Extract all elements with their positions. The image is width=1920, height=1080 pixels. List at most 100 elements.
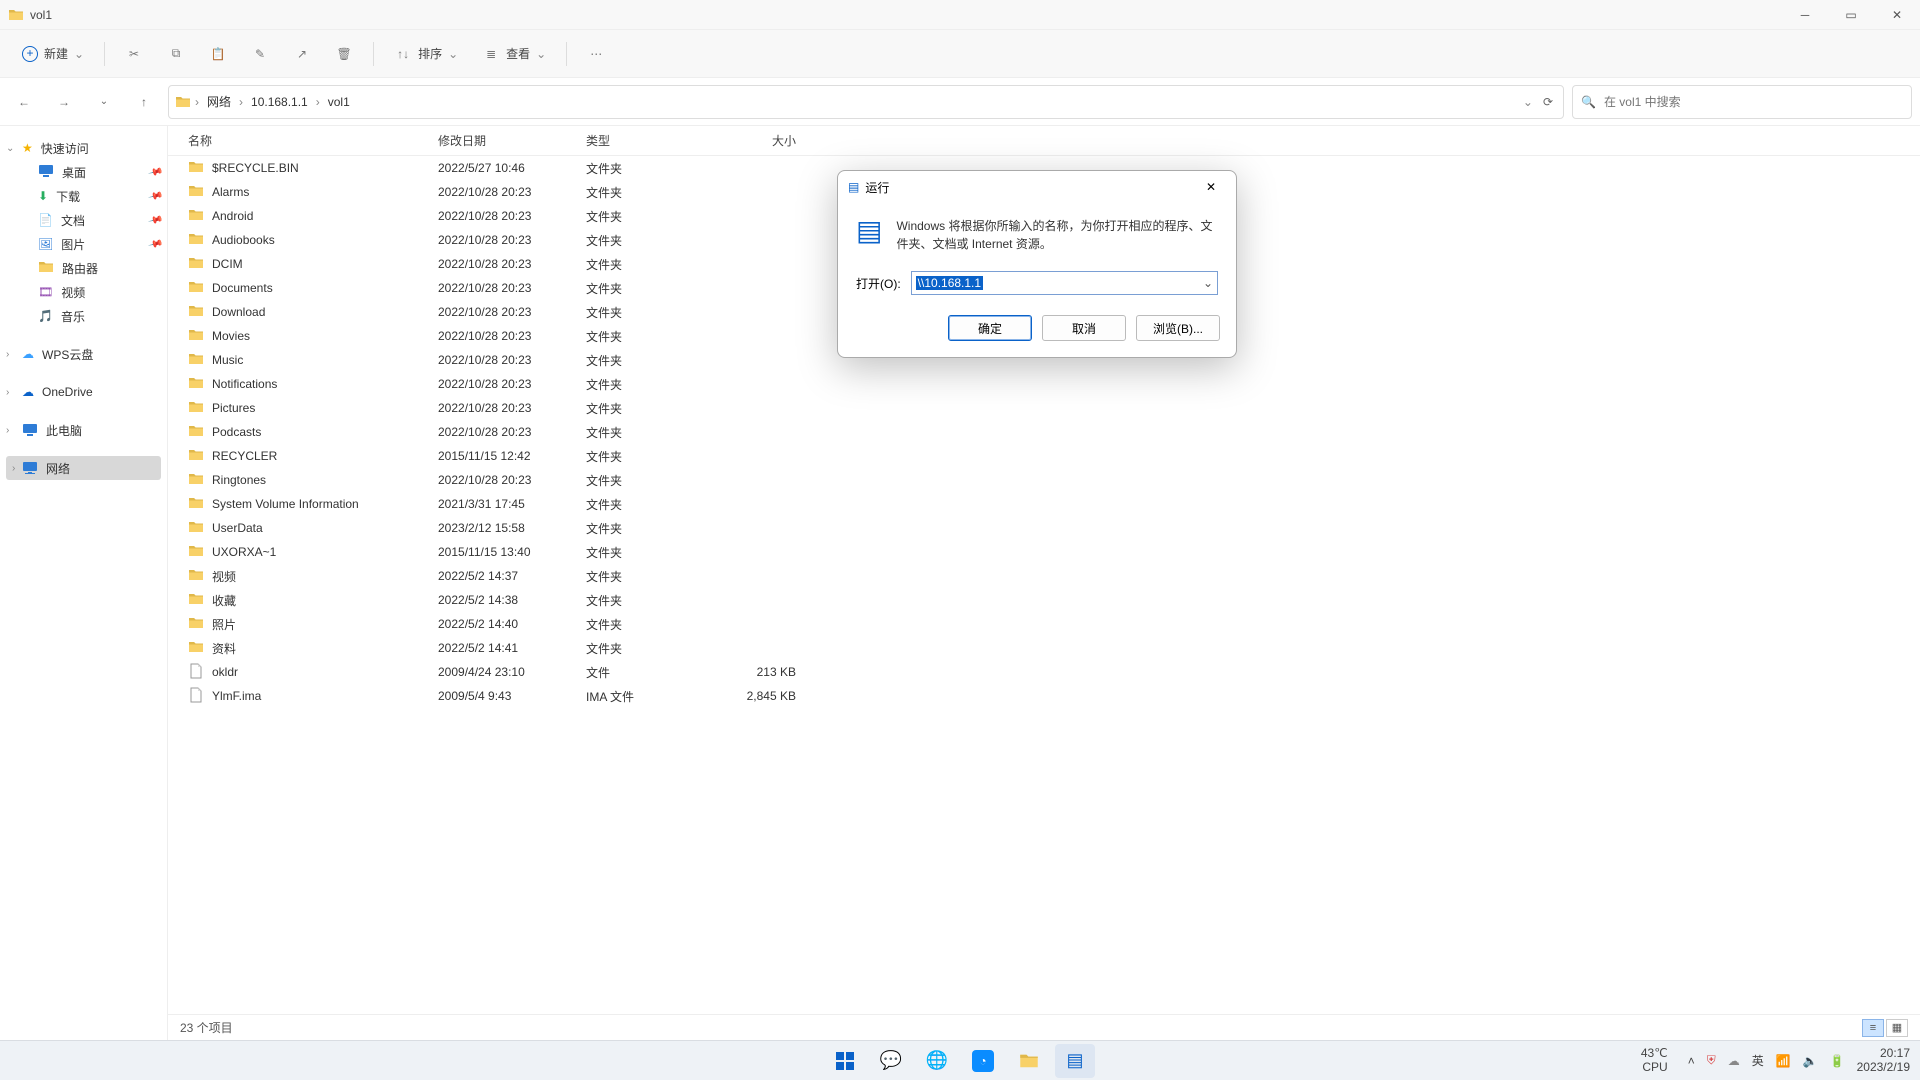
rename-button[interactable]: ✎	[241, 39, 279, 69]
more-button[interactable]: ⋯	[577, 39, 615, 69]
close-button[interactable]: ✕	[1874, 0, 1920, 30]
folder-icon	[188, 183, 204, 202]
maximize-button[interactable]: ▭	[1828, 0, 1874, 30]
breadcrumb-segment[interactable]: 网络	[203, 91, 235, 112]
file-type: 文件夹	[576, 568, 696, 585]
sidebar-item-quick[interactable]: ⬇ 下载 📌	[0, 184, 167, 208]
refresh-button[interactable]: ⟳	[1543, 95, 1557, 109]
file-row[interactable]: okldr 2009/4/24 23:10 文件 213 KB	[168, 660, 1920, 684]
view-button[interactable]: ≣ 查看 ⌄	[472, 39, 556, 69]
file-row[interactable]: 资料 2022/5/2 14:41 文件夹	[168, 636, 1920, 660]
sidebar-item-network[interactable]: ›网络	[6, 456, 161, 480]
file-type: 文件夹	[576, 256, 696, 273]
tray-ime-indicator[interactable]: 英	[1752, 1052, 1764, 1069]
sidebar-item-quick[interactable]: 桌面 📌	[0, 160, 167, 184]
tray-security-icon[interactable]: ⛨	[1707, 1053, 1716, 1068]
file-type: 文件夹	[576, 640, 696, 657]
run-icon: ▤	[1066, 1050, 1083, 1071]
breadcrumb-segment[interactable]: vol1	[324, 93, 354, 111]
sidebar-item-quick[interactable]: 🖼 图片 📌	[0, 232, 167, 256]
file-date: 2021/3/31 17:45	[428, 497, 576, 511]
browse-button[interactable]: 浏览(B)...	[1136, 315, 1220, 341]
paste-button[interactable]: 📋	[199, 39, 237, 69]
folder-icon	[188, 255, 204, 274]
ellipsis-icon: ⋯	[587, 45, 605, 63]
chevron-down-icon[interactable]: ⌄	[1203, 276, 1213, 290]
recent-locations-button[interactable]: ⌄	[88, 86, 120, 118]
tray-battery-icon[interactable]: 🔋	[1830, 1054, 1845, 1068]
sidebar-item-onedrive[interactable]: ›☁OneDrive	[0, 380, 167, 404]
file-row[interactable]: YlmF.ima 2009/5/4 9:43 IMA 文件 2,845 KB	[168, 684, 1920, 708]
file-row[interactable]: Pictures 2022/10/28 20:23 文件夹	[168, 396, 1920, 420]
cancel-button[interactable]: 取消	[1042, 315, 1126, 341]
sidebar-item-quick-access[interactable]: ⌄★快速访问	[0, 136, 167, 160]
file-row[interactable]: RECYCLER 2015/11/15 12:42 文件夹	[168, 444, 1920, 468]
taskbar-app-run[interactable]: ▤	[1055, 1044, 1095, 1078]
file-row[interactable]: 收藏 2022/5/2 14:38 文件夹	[168, 588, 1920, 612]
file-row[interactable]: UXORXA~1 2015/11/15 13:40 文件夹	[168, 540, 1920, 564]
address-dropdown-icon[interactable]: ⌄	[1523, 95, 1539, 109]
view-details-button[interactable]: ≡	[1862, 1019, 1884, 1037]
windows-icon	[835, 1051, 855, 1071]
taskbar-app-dingtalk[interactable]: ◔	[963, 1044, 1003, 1078]
sidebar-item-quick[interactable]: 🎵 音乐	[0, 304, 167, 328]
sidebar-item-label: 视频	[61, 284, 85, 301]
share-button[interactable]: ↗	[283, 39, 321, 69]
start-button[interactable]	[825, 1044, 865, 1078]
file-row[interactable]: Ringtones 2022/10/28 20:23 文件夹	[168, 468, 1920, 492]
tray-clock[interactable]: 20:17 2023/2/19	[1857, 1047, 1910, 1073]
taskbar-app-explorer[interactable]	[1009, 1044, 1049, 1078]
address-bar[interactable]: › 网络 › 10.168.1.1 › vol1 ⌄ ⟳	[168, 85, 1564, 119]
video-icon: 🎞	[38, 285, 53, 299]
paste-icon: 📋	[209, 45, 227, 63]
tray-volume-icon[interactable]: 🔈	[1803, 1054, 1818, 1068]
file-row[interactable]: 视频 2022/5/2 14:37 文件夹	[168, 564, 1920, 588]
file-icon	[188, 687, 204, 706]
new-label: 新建	[44, 45, 68, 62]
up-button[interactable]: ↑	[128, 86, 160, 118]
search-input[interactable]	[1604, 95, 1903, 109]
tray-chevron-up-icon[interactable]: ˄	[1688, 1054, 1695, 1068]
tray-onedrive-icon[interactable]: ☁	[1728, 1054, 1740, 1068]
file-row[interactable]: Notifications 2022/10/28 20:23 文件夹	[168, 372, 1920, 396]
copy-button[interactable]: ⧉	[157, 39, 195, 69]
file-row[interactable]: 照片 2022/5/2 14:40 文件夹	[168, 612, 1920, 636]
sidebar-item-quick[interactable]: 🎞 视频	[0, 280, 167, 304]
back-button[interactable]: ←	[8, 86, 40, 118]
run-icon: ▤	[856, 217, 882, 253]
tray-wifi-icon[interactable]: 📶	[1776, 1054, 1791, 1068]
sidebar-item-wps[interactable]: ›☁WPS云盘	[0, 342, 167, 366]
taskbar-app-wechat[interactable]: 💬	[871, 1044, 911, 1078]
delete-button[interactable]: 🗑	[325, 39, 363, 69]
dialog-close-button[interactable]: ✕	[1196, 175, 1226, 199]
file-name: Audiobooks	[212, 233, 275, 247]
file-row[interactable]: System Volume Information 2021/3/31 17:4…	[168, 492, 1920, 516]
sidebar-item-quick[interactable]: 路由器	[0, 256, 167, 280]
file-type: 文件夹	[576, 472, 696, 489]
file-row[interactable]: Podcasts 2022/10/28 20:23 文件夹	[168, 420, 1920, 444]
column-header-size[interactable]: 大小	[696, 132, 806, 149]
minimize-button[interactable]: ─	[1782, 0, 1828, 30]
sort-button[interactable]: ↑↓ 排序 ⌄	[384, 39, 468, 69]
open-combobox[interactable]: \\10.168.1.1 ⌄	[911, 271, 1218, 295]
new-button[interactable]: + 新建 ⌄	[12, 39, 94, 68]
sidebar-item-quick[interactable]: 📄 文档 📌	[0, 208, 167, 232]
cpu-label: CPU	[1641, 1061, 1668, 1074]
column-header-type[interactable]: 类型	[576, 132, 696, 149]
file-type: IMA 文件	[576, 688, 696, 705]
view-icons-button[interactable]: ▦	[1886, 1019, 1908, 1037]
sidebar-item-thispc[interactable]: ›此电脑	[0, 418, 167, 442]
column-header-name[interactable]: 名称	[168, 132, 428, 149]
taskbar-app-360[interactable]: 🌐	[917, 1044, 957, 1078]
breadcrumb-segment[interactable]: 10.168.1.1	[247, 93, 312, 111]
file-name: Android	[212, 209, 253, 223]
forward-button[interactable]: →	[48, 86, 80, 118]
search-box[interactable]: 🔍	[1572, 85, 1912, 119]
file-date: 2023/2/12 15:58	[428, 521, 576, 535]
file-row[interactable]: UserData 2023/2/12 15:58 文件夹	[168, 516, 1920, 540]
file-date: 2022/5/2 14:37	[428, 569, 576, 583]
column-header-date[interactable]: 修改日期	[428, 132, 576, 149]
cut-button[interactable]: ✂	[115, 39, 153, 69]
ok-button[interactable]: 确定	[948, 315, 1032, 341]
temperature-widget[interactable]: 43℃ CPU	[1641, 1047, 1668, 1073]
